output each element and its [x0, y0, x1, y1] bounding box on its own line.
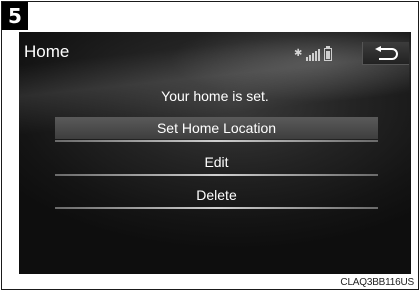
status-message: Your home is set.	[161, 88, 269, 104]
figure-caption: CLAQ3BB116US	[340, 277, 414, 288]
set-home-location-button[interactable]: Set Home Location	[55, 117, 378, 142]
back-button[interactable]	[362, 42, 409, 65]
bluetooth-icon: ✱	[294, 48, 303, 59]
return-arrow-icon	[375, 46, 398, 60]
display-screen: Home ✱ Your home is set. Set Home Locati…	[19, 32, 411, 274]
step-badge: 5	[2, 2, 28, 30]
page-title: Home	[24, 42, 70, 61]
delete-button[interactable]: Delete	[55, 184, 378, 209]
figure-frame: 5 Home ✱ Your home is set. Set Home Loca…	[1, 1, 419, 290]
status-bar: ✱	[294, 45, 333, 61]
battery-icon	[324, 46, 333, 61]
signal-icon	[306, 47, 321, 61]
edit-button[interactable]: Edit	[55, 151, 378, 176]
